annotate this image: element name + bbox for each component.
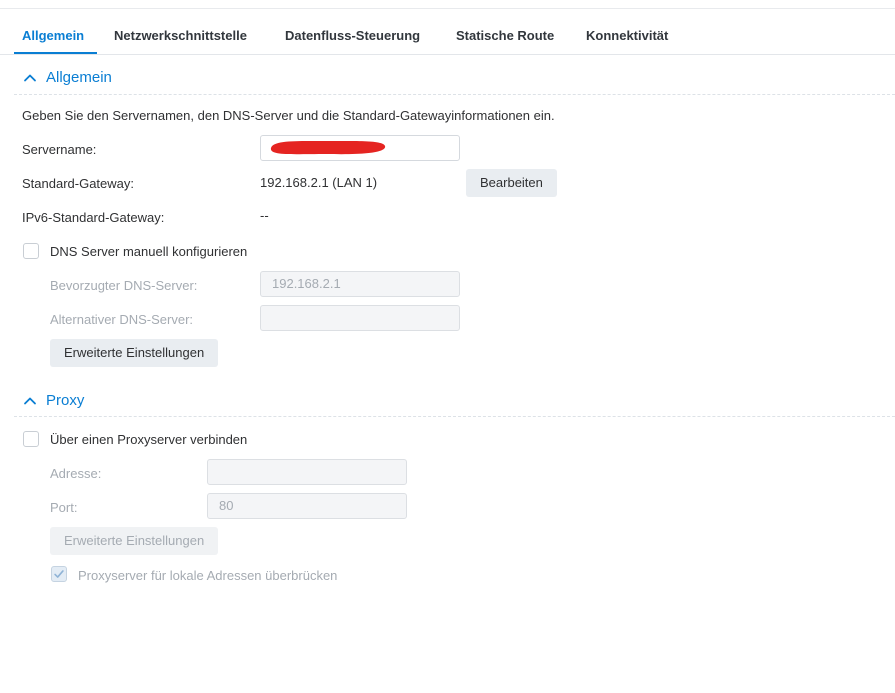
tab-allgemein[interactable]: Allgemein [22,28,84,43]
proxy-address-label: Adresse: [50,466,102,481]
proxy-port-input[interactable]: 80 [207,493,407,519]
chevron-up-icon [24,74,36,81]
active-tab-indicator [14,52,97,54]
section-proxy-title: Proxy [46,392,85,409]
tab-netzwerkschnittstelle[interactable]: Netzwerkschnittstelle [114,28,247,43]
ipv6-gateway-value: -- [260,208,269,223]
alternative-dns-input[interactable] [260,305,460,331]
section-divider [14,94,895,95]
top-border [0,8,895,9]
section-divider [14,416,895,417]
dns-manual-checkbox[interactable] [23,243,39,259]
gateway-value: 192.168.2.1 (LAN 1) [260,175,378,190]
tab-konnektivitaet[interactable]: Konnektivität [586,28,668,43]
proxy-bypass-local-label: Proxyserver für lokale Adressen überbrüc… [78,568,338,583]
section-proxy-header[interactable]: Proxy [22,392,84,409]
chevron-up-icon [24,397,36,404]
alternative-dns-label: Alternativer DNS-Server: [50,312,194,327]
proxy-connect-checkbox[interactable] [23,431,39,447]
proxy-connect-label: Über einen Proxyserver verbinden [50,432,248,447]
section-general-title: Allgemein [46,69,112,86]
tab-datenfluss-steuerung[interactable]: Datenfluss-Steuerung [285,28,420,43]
preferred-dns-input[interactable]: 192.168.2.1 [260,271,460,297]
proxy-bypass-local-checkbox[interactable] [51,566,67,582]
ipv6-gateway-label: IPv6-Standard-Gateway: [22,210,165,225]
edit-gateway-button[interactable]: Bearbeiten [466,169,557,197]
tab-bar: Allgemein Netzwerkschnittstelle Datenflu… [0,20,895,55]
redaction-mark [270,140,386,155]
proxy-advanced-settings-button[interactable]: Erweiterte Einstellungen [50,527,219,555]
section-general-header[interactable]: Allgemein [22,69,112,86]
checkmark-icon [54,570,64,578]
general-description: Geben Sie den Servernamen, den DNS-Serve… [22,108,555,123]
gateway-label: Standard-Gateway: [22,176,135,191]
proxy-port-label: Port: [50,500,78,515]
server-name-label: Servername: [22,142,97,157]
tab-statische-route[interactable]: Statische Route [456,28,554,43]
proxy-address-input[interactable] [207,459,407,485]
dns-advanced-settings-button[interactable]: Erweiterte Einstellungen [50,339,219,367]
dns-manual-label: DNS Server manuell konfigurieren [50,244,248,259]
preferred-dns-label: Bevorzugter DNS-Server: [50,278,198,293]
